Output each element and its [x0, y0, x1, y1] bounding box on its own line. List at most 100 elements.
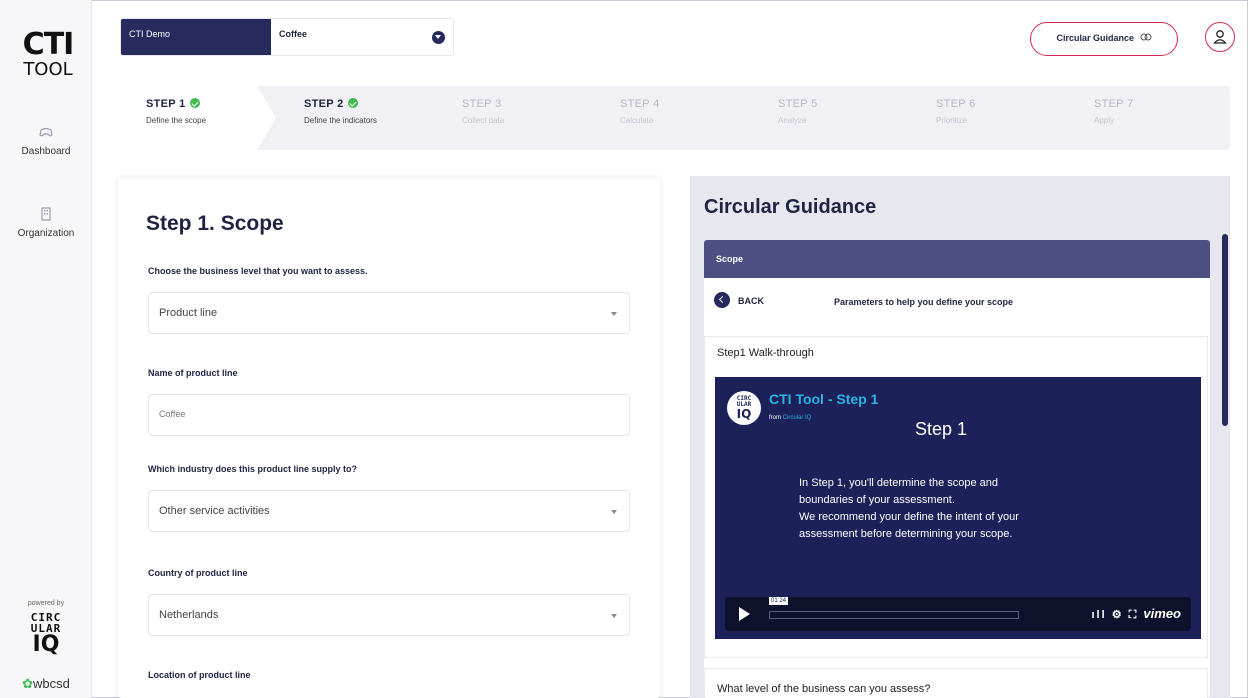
back-arrow-icon	[714, 292, 730, 308]
product-line-name-input[interactable]: Coffee	[148, 394, 630, 436]
settings-icon[interactable]: ⚙	[1112, 609, 1124, 621]
step-subtitle: Collect data	[462, 116, 505, 125]
guidance-card: Scope BACK Parameters to help you define…	[704, 240, 1210, 698]
step-title: STEP 2	[304, 98, 344, 110]
video-caption-line: assessment before determining your scope…	[799, 528, 1013, 540]
step-4[interactable]: STEP 4 Calculate	[592, 86, 750, 150]
step-subtitle: Apply	[1094, 116, 1115, 125]
video-byline: from Circular IQ	[769, 415, 811, 421]
step-1[interactable]: STEP 1 Define the scope	[118, 86, 276, 150]
circular-guidance-button[interactable]: Circular Guidance	[1030, 22, 1178, 56]
powered-by-label: powered by	[27, 600, 65, 607]
circular-iq-video-logo: CIRC ULAR IQ	[727, 391, 761, 425]
business-level-select[interactable]: Product line	[148, 292, 630, 334]
link-icon	[1140, 33, 1152, 41]
country-label: Country of product line	[148, 568, 248, 578]
step-subtitle: Analyze	[778, 116, 807, 125]
sidebar-item-dashboard[interactable]: Dashboard	[0, 124, 92, 157]
scope-form-panel: Step 1. Scope Choose the business level …	[118, 178, 660, 698]
step-6[interactable]: STEP 6 Prioritize	[908, 86, 1066, 150]
industry-select[interactable]: Other service activities	[148, 490, 630, 532]
video-progress-track[interactable]	[769, 611, 1019, 619]
industry-label: Which industry does this product line su…	[148, 464, 358, 474]
guidance-section-header: Scope	[704, 240, 1210, 278]
logo-sub-text: TOOL	[23, 59, 73, 80]
back-label: BACK	[738, 296, 764, 306]
gamepad-icon	[39, 127, 53, 137]
user-profile-button[interactable]	[1205, 22, 1235, 52]
video-controls: 01:24 ıll ⚙ ⛶ vimeo	[725, 597, 1191, 631]
product-line-name-label: Name of product line	[148, 368, 238, 378]
video-time: 01:24	[769, 597, 789, 605]
country-select[interactable]: Netherlands	[148, 594, 630, 636]
step-title: STEP 5	[778, 98, 818, 110]
volume-icon[interactable]: ıll	[1091, 609, 1106, 621]
logo-main-text: CTI	[22, 27, 75, 62]
sidebar-item-organization[interactable]: Organization	[0, 206, 92, 239]
video-step-heading: Step 1	[915, 419, 968, 439]
building-icon	[41, 207, 51, 221]
video-from-link[interactable]: Circular IQ	[783, 415, 812, 421]
vimeo-logo[interactable]: vimeo	[1143, 606, 1181, 621]
back-button[interactable]: BACK	[714, 292, 764, 308]
location-label: Location of product line	[148, 670, 251, 680]
product-line-name-value: Coffee	[159, 409, 186, 419]
circular-guidance-panel: Circular Guidance Scope BACK Parameters …	[690, 176, 1230, 698]
product-select[interactable]: Coffee	[271, 19, 453, 55]
step-title: STEP 7	[1094, 98, 1134, 110]
step-subtitle: Prioritize	[936, 116, 968, 125]
faq-question: What level of the business can you asses…	[717, 683, 931, 695]
video-logo-c: IQ	[736, 407, 752, 421]
industry-value: Other service activities	[159, 505, 270, 517]
circular-iq-logo: CIRC ULAR IQ	[0, 612, 92, 656]
step-title: STEP 3	[462, 98, 502, 110]
step-subtitle: Define the scope	[146, 116, 207, 125]
video-caption-line: boundaries of your assessment.	[799, 494, 955, 506]
video-player[interactable]: CIRC ULAR IQ CTI Tool - Step 1 from Circ…	[715, 377, 1201, 639]
step-5[interactable]: STEP 5 Analyze	[750, 86, 908, 150]
caret-down-icon	[611, 312, 617, 316]
sidebar: CTI TOOL Dashboard Organization powered …	[0, 0, 92, 698]
business-level-value: Product line	[159, 307, 218, 319]
guidance-title: Circular Guidance	[704, 196, 877, 218]
step-title: STEP 4	[620, 98, 660, 110]
wbcsd-text: wbcsd	[33, 676, 70, 691]
organization-name[interactable]: CTI Demo	[121, 19, 271, 55]
video-title[interactable]: CTI Tool - Step 1	[769, 391, 878, 407]
context-selector[interactable]: CTI Demo Coffee	[120, 18, 454, 56]
step-2[interactable]: STEP 2 Define the indicators	[276, 86, 434, 150]
step-subtitle: Define the indicators	[304, 116, 377, 125]
step-3[interactable]: STEP 3 Collect data	[434, 86, 592, 150]
faq-card[interactable]: What level of the business can you asses…	[704, 668, 1208, 698]
step-title: STEP 1	[146, 98, 186, 110]
business-level-label: Choose the business level that you want …	[148, 266, 368, 276]
fullscreen-icon[interactable]: ⛶	[1129, 609, 1139, 621]
video-control-icons: ıll ⚙ ⛶ vimeo	[1091, 606, 1181, 622]
sidebar-item-label: Dashboard	[21, 146, 71, 157]
wbcsd-leaf-icon: ✿	[22, 676, 34, 691]
chevron-down-icon[interactable]	[432, 31, 445, 44]
sidebar-item-label: Organization	[17, 228, 75, 239]
play-icon[interactable]	[739, 607, 750, 621]
page-title: Step 1. Scope	[146, 212, 284, 235]
check-icon	[189, 98, 200, 108]
caret-down-icon	[611, 614, 617, 618]
video-caption-line: We recommend your define the intent of y…	[799, 511, 1019, 523]
user-icon	[1213, 30, 1227, 44]
walkthrough-label: Step1 Walk-through	[717, 347, 814, 359]
wbcsd-logo: ✿wbcsd	[0, 676, 92, 692]
video-from: from	[769, 415, 781, 421]
guidance-scrollbar[interactable]	[1222, 234, 1228, 426]
check-icon	[347, 98, 358, 108]
step-progress-bar: STEP 1 Define the scope STEP 2 Define th…	[118, 86, 1230, 150]
cti-tool-logo[interactable]: CTI TOOL	[20, 30, 76, 79]
country-value: Netherlands	[159, 609, 219, 621]
caret-down-icon	[611, 510, 617, 514]
video-caption-line: In Step 1, you'll determine the scope an…	[799, 477, 999, 489]
walkthrough-card: Step1 Walk-through CIRC ULAR IQ CTI Tool…	[704, 336, 1208, 658]
video-caption: In Step 1, you'll determine the scope an…	[799, 475, 1119, 543]
ciq-big: IQ	[32, 632, 60, 657]
step-7[interactable]: STEP 7 Apply	[1066, 86, 1224, 150]
guidance-subtitle: Parameters to help you define your scope	[834, 297, 1014, 307]
circular-guidance-label: Circular Guidance	[1056, 33, 1134, 43]
